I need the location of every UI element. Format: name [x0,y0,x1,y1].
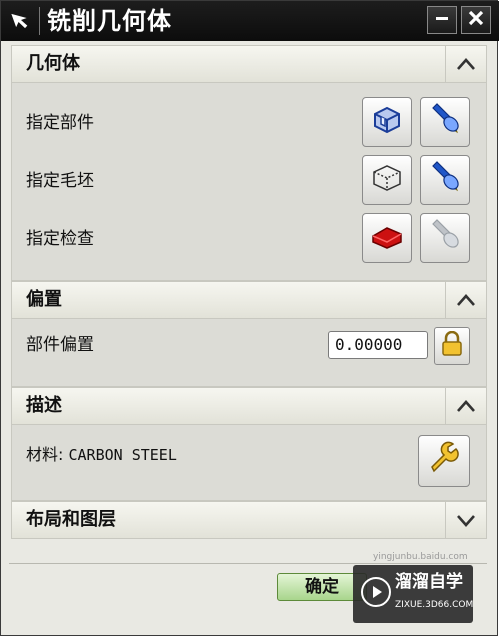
title-divider [39,7,40,35]
specify-blank-label: 指定毛坯 [26,171,94,191]
minimize-button[interactable] [427,6,457,34]
part-offset-label: 部件偏置 [26,335,94,355]
chevron-down-icon[interactable] [445,502,486,538]
section-body-description: 材料: CARBON STEEL [11,425,487,501]
specify-part-button[interactable] [362,97,412,147]
section-header-offset[interactable]: 偏置 [11,281,487,319]
section-title-description: 描述 [26,395,62,416]
lock-icon [440,330,464,361]
specify-blank-button[interactable] [362,155,412,205]
specify-check-label: 指定检查 [26,229,94,249]
title-bar[interactable]: 铣削几何体 [1,1,499,41]
material-value: CARBON STEEL [68,446,177,464]
section-body-geometry: 指定部件 指定毛坯 指定检查 [11,83,487,281]
section-title-geometry: 几何体 [26,53,80,74]
section-header-layout[interactable]: 布局和图层 [11,501,487,539]
close-button[interactable] [461,6,491,34]
section-header-description[interactable]: 描述 [11,387,487,425]
pointer-arrow-icon [9,7,35,33]
play-logo-icon [361,577,391,607]
flashlight-disabled-icon [427,218,463,258]
section-title-layout: 布局和图层 [26,509,116,530]
section-header-geometry[interactable]: 几何体 [11,45,487,83]
flashlight-icon [427,102,463,142]
specify-check-button[interactable] [362,213,412,263]
watermark-brand: 溜溜自学 [395,572,463,592]
watermark-badge: 溜溜自学 ZIXUE.3D66.COM [353,565,473,623]
display-blank-button[interactable] [420,155,470,205]
display-check-button[interactable] [420,213,470,263]
blank-wireframe-icon [369,160,405,200]
milling-geometry-dialog: 铣削几何体 几何体 指定部件 指定毛坯 指定检查 偏置 部件偏置 0.00000… [0,0,499,636]
section-title-offset: 偏置 [26,289,62,310]
chevron-up-icon[interactable] [445,282,486,318]
display-part-button[interactable] [420,97,470,147]
lock-button[interactable] [434,327,470,365]
chevron-up-icon[interactable] [445,388,486,424]
check-red-icon [369,218,405,258]
specify-part-label: 指定部件 [26,113,94,133]
material-label: 材料: [26,445,64,464]
window-title: 铣削几何体 [47,7,172,35]
material-text: 材料: CARBON STEEL [26,443,177,467]
wrench-icon [426,441,462,481]
close-icon [467,9,485,31]
watermark-url: yingjunbu.baidu.com [373,552,468,562]
watermark-url-small: ZIXUE.3D66.COM [395,600,474,610]
dialog-content: 几何体 指定部件 指定毛坯 指定检查 偏置 部件偏置 0.00000 描述 材料… [11,45,487,539]
chevron-up-icon[interactable] [445,46,486,82]
part-select-icon [369,102,405,142]
part-offset-input[interactable]: 0.00000 [328,331,428,359]
section-body-offset: 部件偏置 0.00000 [11,319,487,387]
edit-material-button[interactable] [418,435,470,487]
minimize-icon [434,10,450,30]
footer-divider [9,563,487,564]
flashlight-icon [427,160,463,200]
